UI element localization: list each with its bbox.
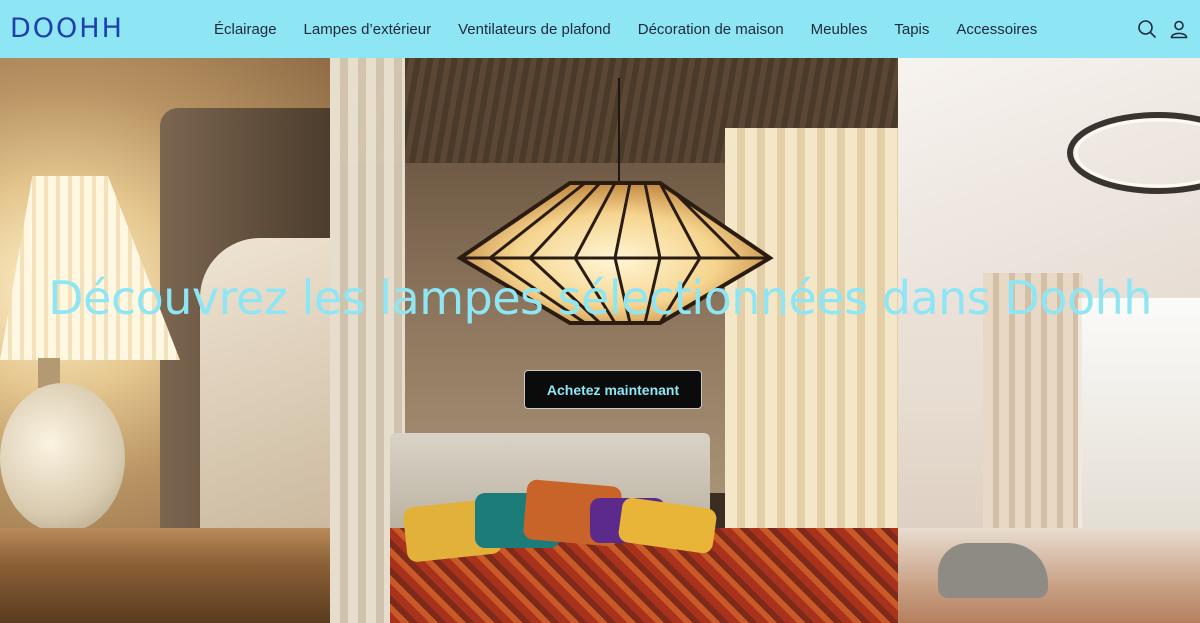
hero-image-ceiling-light-room	[898, 58, 1200, 623]
nav-item-lampes-exterieur[interactable]: Lampes d’extérieur	[304, 21, 432, 38]
hero-title: Découvrez les lampes sélectionnées dans …	[48, 271, 1152, 325]
ceiling-ring-light-graphic	[1067, 112, 1200, 194]
nav-item-accessoires[interactable]: Accessoires	[956, 21, 1037, 38]
site-logo[interactable]: DOOHH	[10, 14, 124, 44]
search-icon[interactable]	[1136, 18, 1158, 40]
nav-item-decoration[interactable]: Décoration de maison	[638, 21, 784, 38]
header-actions	[1136, 0, 1200, 58]
main-nav: Éclairage Lampes d’extérieur Ventilateur…	[214, 0, 1064, 58]
hero-image-bedside-lamp	[0, 58, 330, 623]
account-icon[interactable]	[1168, 18, 1190, 40]
nav-item-tapis[interactable]: Tapis	[894, 21, 929, 38]
hero-image-pendant-bedroom	[330, 58, 898, 623]
shop-now-button[interactable]: Achetez maintenant	[524, 370, 702, 409]
hero-banner: Découvrez les lampes sélectionnées dans …	[0, 58, 1200, 623]
site-header: DOOHH Éclairage Lampes d’extérieur Venti…	[0, 0, 1200, 58]
nav-item-meubles[interactable]: Meubles	[811, 21, 868, 38]
nav-item-ventilateurs[interactable]: Ventilateurs de plafond	[458, 21, 611, 38]
nav-item-eclairage[interactable]: Éclairage	[214, 21, 277, 38]
